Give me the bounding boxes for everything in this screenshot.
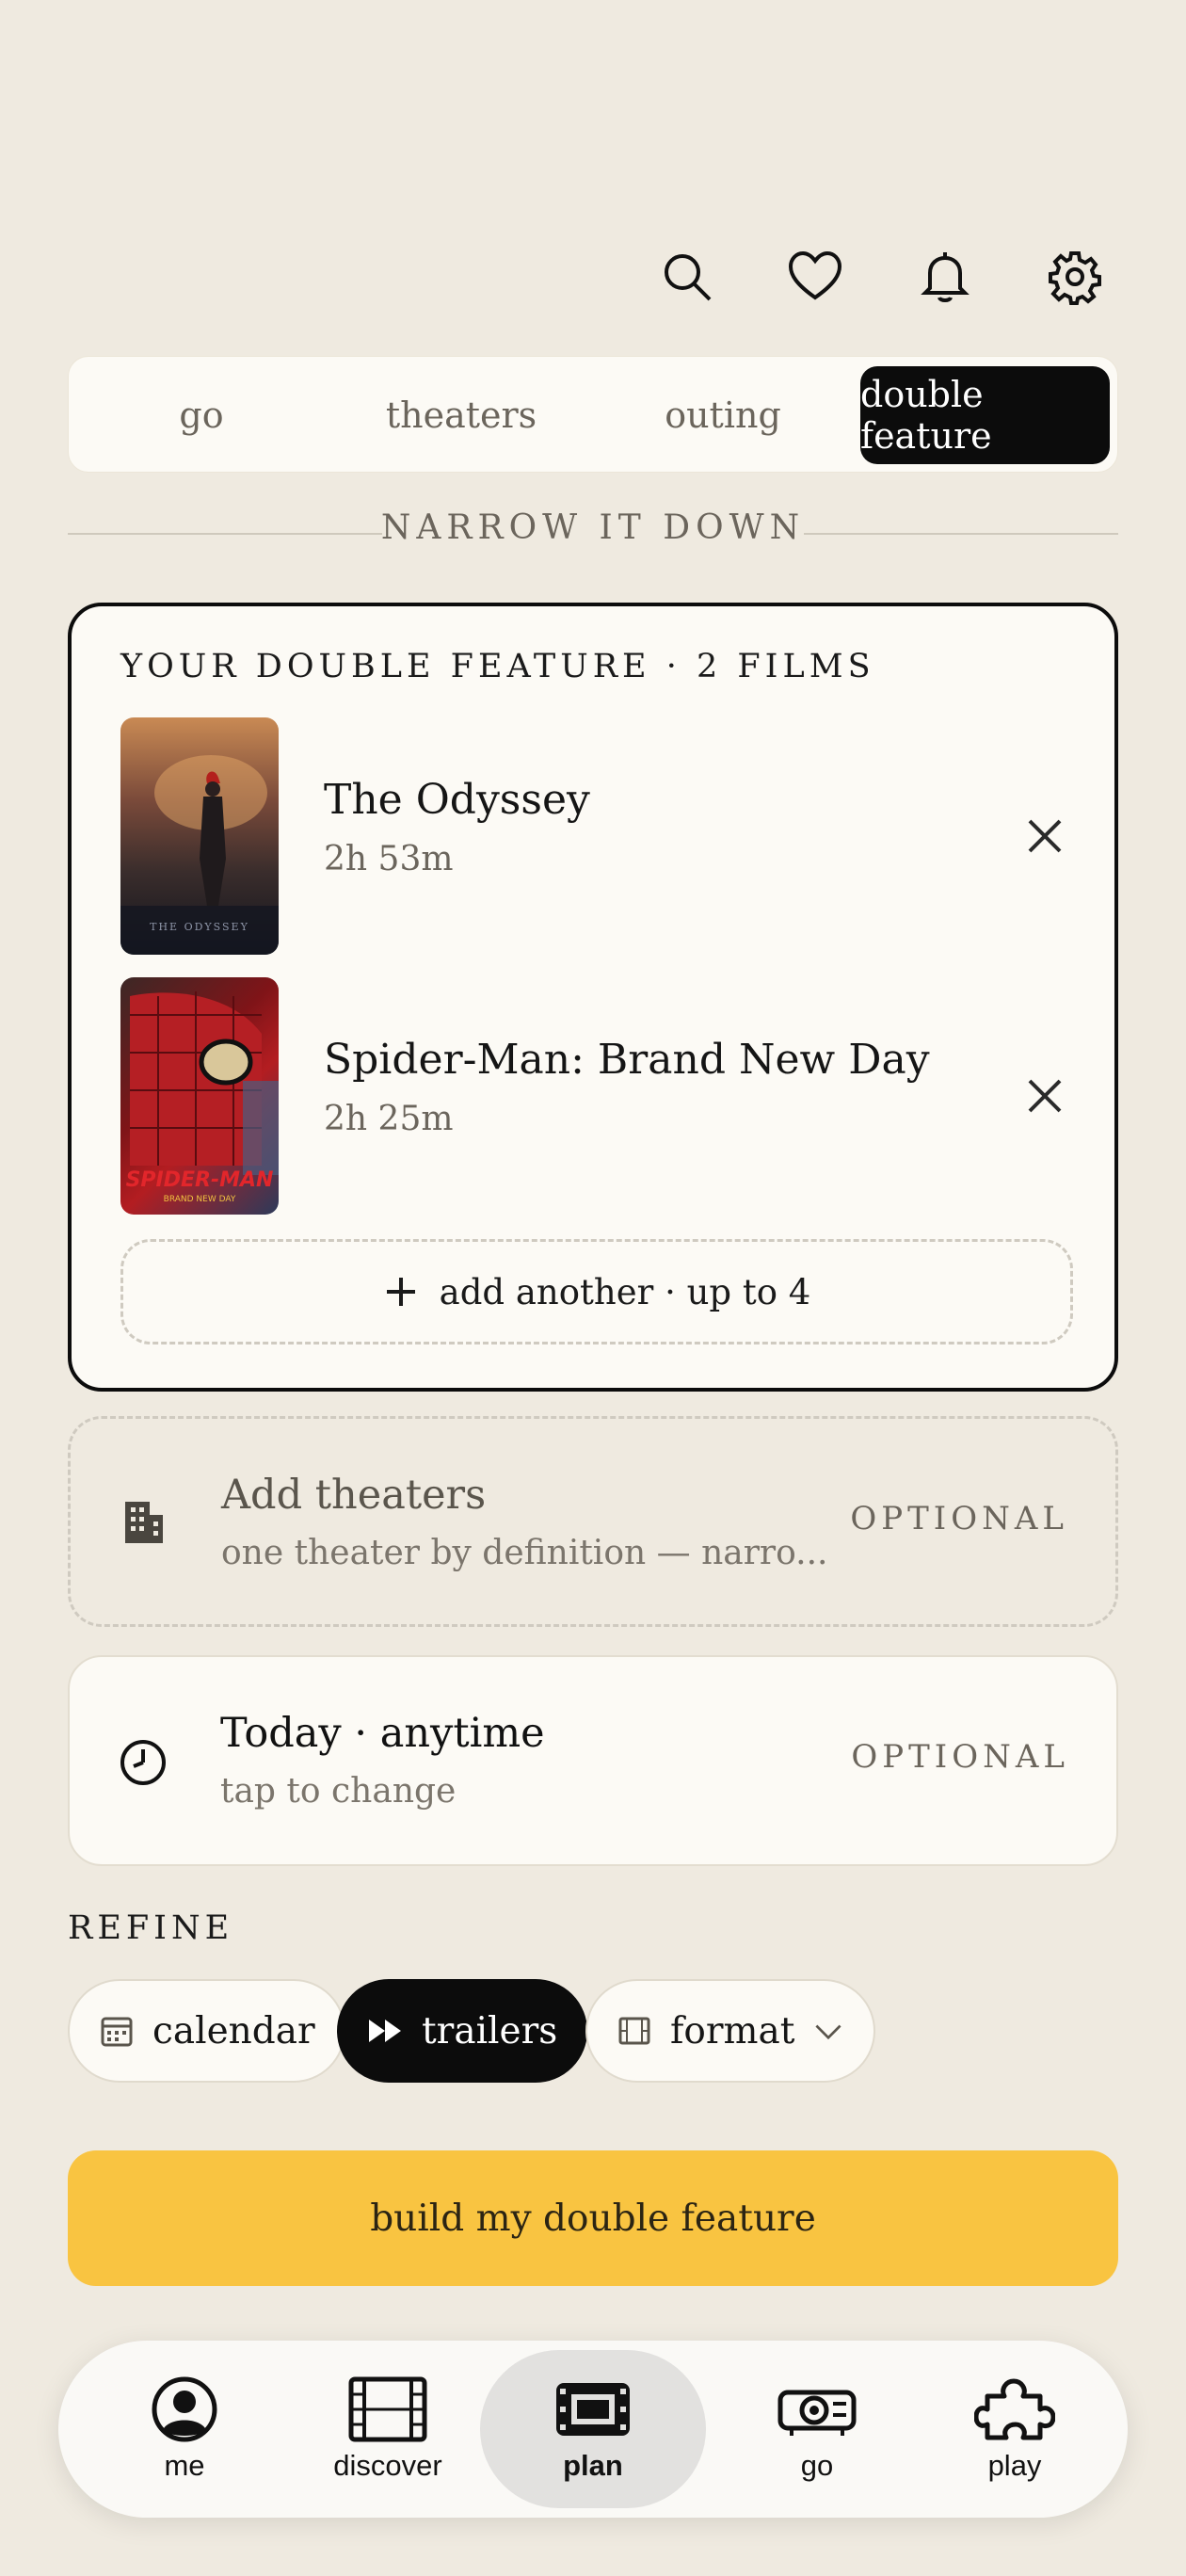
- close-icon: [1028, 1079, 1062, 1113]
- bell-icon[interactable]: [915, 247, 975, 307]
- add-another-button[interactable]: add another · up to 4: [120, 1239, 1073, 1344]
- bottom-nav: me discover plan go play: [58, 2341, 1128, 2518]
- building-icon: [125, 1502, 163, 1543]
- refine-label: REFINE: [68, 1909, 234, 1947]
- nav-label: plan: [563, 2449, 623, 2482]
- format-chip[interactable]: format: [585, 1979, 876, 2083]
- add-another-label: add another · up to 4: [439, 1271, 811, 1312]
- nav-label: go: [800, 2449, 834, 2482]
- tab-double-feature[interactable]: double feature: [860, 366, 1110, 464]
- nav-discover[interactable]: discover: [284, 2350, 491, 2508]
- gear-icon[interactable]: [1045, 247, 1105, 307]
- chip-label: calendar: [152, 2009, 315, 2053]
- close-icon: [1028, 819, 1062, 853]
- poster-odyssey-text: THE ODYSSEY: [150, 921, 249, 933]
- film-title: The Odyssey: [324, 776, 590, 824]
- mode-tabs: go theaters outing double feature: [68, 356, 1118, 473]
- poster-spider-man: SPIDER-MAN BRAND NEW DAY: [120, 977, 279, 1215]
- nav-label: play: [987, 2449, 1042, 2482]
- double-feature-card: YOUR DOUBLE FEATURE · 2 FILMS THE ODYSSE…: [68, 603, 1118, 1392]
- search-icon[interactable]: [657, 247, 717, 307]
- nav-plan[interactable]: plan: [480, 2350, 706, 2508]
- poster-spider-man-text: SPIDER-MAN: [126, 1168, 274, 1192]
- add-theaters-card[interactable]: Add theaters one theater by definition —…: [68, 1416, 1118, 1627]
- projector-icon: [777, 2390, 857, 2436]
- poster-spider-man-subtext: BRAND NEW DAY: [164, 1195, 236, 1204]
- nav-me[interactable]: me: [81, 2350, 288, 2508]
- card-heading: YOUR DOUBLE FEATURE · 2 FILMS: [120, 648, 875, 685]
- option-title: Today · anytime: [220, 1710, 545, 1757]
- tab-go[interactable]: go: [78, 366, 325, 464]
- plus-icon: [386, 1278, 415, 1306]
- poster-the-odyssey: THE ODYSSEY: [120, 717, 279, 955]
- heart-icon[interactable]: [785, 247, 845, 307]
- clock-icon: [120, 1740, 166, 1785]
- chip-label: trailers: [422, 2009, 558, 2053]
- film-row[interactable]: THE ODYSSEY The Odyssey 2h 53m: [120, 717, 1073, 955]
- person-icon: [152, 2376, 217, 2442]
- option-subtitle: one theater by definition — narro...: [221, 1534, 828, 1572]
- nav-go[interactable]: go: [713, 2350, 921, 2508]
- chevron-down-icon: [815, 2024, 842, 2040]
- option-title: Add theaters: [221, 1472, 487, 1519]
- nav-play[interactable]: play: [911, 2350, 1118, 2508]
- film-strip-icon: [348, 2376, 427, 2442]
- time-card[interactable]: Today · anytime tap to change OPTIONAL: [68, 1655, 1118, 1866]
- build-double-feature-button[interactable]: build my double feature: [68, 2150, 1118, 2286]
- section-title: NARROW IT DOWN: [380, 508, 806, 547]
- film-row[interactable]: SPIDER-MAN BRAND NEW DAY Spider-Man: Bra…: [120, 977, 1073, 1215]
- film-frame-icon: [618, 2017, 650, 2045]
- tab-theaters[interactable]: theaters: [338, 366, 585, 464]
- film-runtime: 2h 25m: [324, 1100, 454, 1138]
- remove-film-button[interactable]: [1017, 1068, 1073, 1124]
- remove-film-button[interactable]: [1017, 808, 1073, 864]
- ticket-film-icon: [556, 2383, 630, 2436]
- nav-label: me: [164, 2449, 205, 2482]
- option-subtitle: tap to change: [220, 1772, 457, 1811]
- puzzle-icon: [974, 2378, 1055, 2440]
- tab-outing[interactable]: outing: [600, 366, 846, 464]
- calendar-chip[interactable]: calendar: [68, 1979, 345, 2083]
- trailers-chip[interactable]: trailers: [337, 1979, 588, 2083]
- calendar-icon: [101, 2017, 133, 2047]
- optional-tag: OPTIONAL: [851, 1738, 1069, 1776]
- optional-tag: OPTIONAL: [850, 1500, 1068, 1538]
- fast-forward-icon: [369, 2020, 401, 2042]
- chip-label: format: [670, 2009, 795, 2053]
- nav-label: discover: [333, 2449, 442, 2482]
- film-runtime: 2h 53m: [324, 840, 454, 878]
- film-title: Spider-Man: Brand New Day: [324, 1036, 930, 1084]
